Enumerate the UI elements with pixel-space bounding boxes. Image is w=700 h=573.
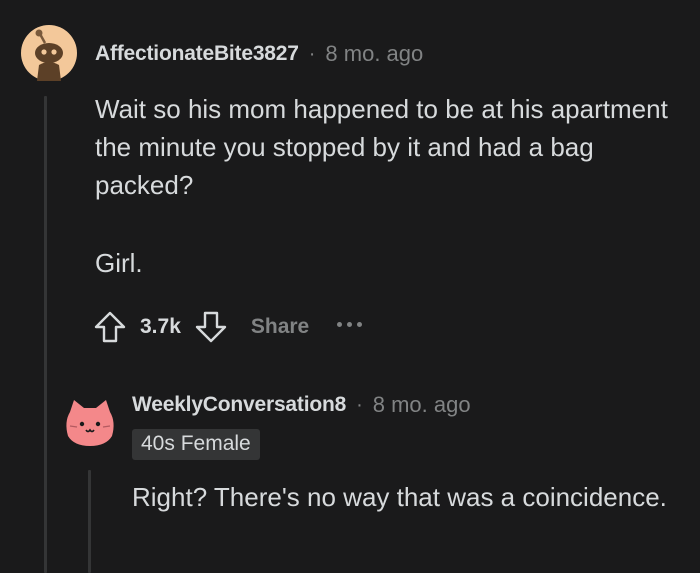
thread-line[interactable] [44, 96, 47, 573]
reply-meta: WeeklyConversation8 · 8 mo. ago [132, 389, 471, 421]
more-options-icon[interactable] [337, 309, 363, 345]
comment-actions: 3.7k Share [92, 306, 363, 348]
reply-timestamp[interactable]: 8 mo. ago [373, 392, 471, 418]
reply-thread-line[interactable] [88, 470, 91, 573]
comment-timestamp[interactable]: 8 mo. ago [325, 41, 423, 67]
comment-meta: AffectionateBite3827 · 8 mo. ago [95, 38, 423, 70]
user-flair-badge: 40s Female [132, 429, 260, 460]
snoo-avatar-icon[interactable] [21, 25, 77, 81]
vote-score: 3.7k [140, 315, 181, 338]
upvote-icon[interactable] [92, 309, 128, 345]
comment-username[interactable]: AffectionateBite3827 [95, 42, 299, 66]
reply-body: Right? There's no way that was a coincid… [132, 482, 667, 512]
meta-separator: · [356, 393, 363, 416]
meta-separator: · [308, 42, 316, 65]
comment-body-paragraph: Girl. [95, 248, 143, 278]
reply-username[interactable]: WeeklyConversation8 [132, 393, 346, 417]
cat-avatar-icon[interactable] [62, 398, 118, 448]
downvote-icon[interactable] [193, 309, 229, 345]
share-button[interactable]: Share [251, 315, 309, 339]
comment-body-paragraph: Wait so his mom happened to be at his ap… [95, 94, 668, 200]
